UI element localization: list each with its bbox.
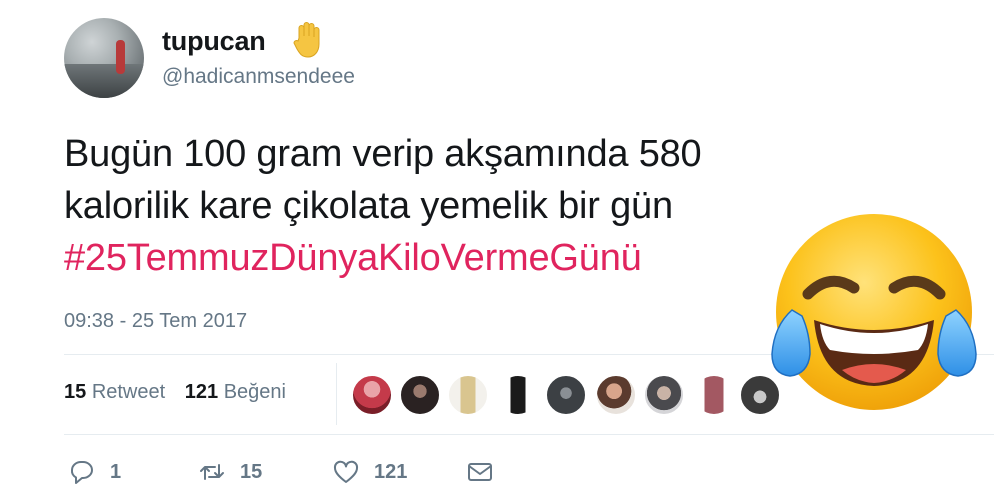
- tweet-text-line-2: kalorilik kare çikolata yemelik bir gün: [64, 185, 673, 227]
- avatar-figure: [116, 40, 125, 74]
- retweet-stat-label: Retweet: [91, 381, 166, 403]
- tweet-text: Bugün 100 gram verip akşamında 580 kalor…: [64, 128, 854, 284]
- like-stat-label: Beğeni: [223, 381, 286, 403]
- tweet-text-line-1: Bugün 100 gram verip akşamında 580: [64, 133, 702, 175]
- stats-separator: [336, 363, 337, 425]
- retweet-icon: [200, 464, 224, 480]
- tweet-card: tupucan @hadicanmsendeee Bugün 100 gram …: [0, 0, 996, 498]
- like-stat[interactable]: 121 Beğeni: [185, 381, 286, 403]
- divider: [64, 434, 994, 435]
- user-handle[interactable]: @hadicanmsendeee: [162, 65, 355, 89]
- liker-avatar-2[interactable]: [400, 375, 440, 415]
- like-button[interactable]: 121: [332, 455, 407, 489]
- retweet-stat[interactable]: 15 Retweet: [64, 381, 165, 403]
- avatar-background: [64, 64, 144, 98]
- liker-avatar-4[interactable]: [498, 375, 538, 415]
- like-stat-count: 121: [184, 381, 219, 403]
- retweet-button[interactable]: 15: [198, 455, 262, 489]
- liker-avatar-7[interactable]: [644, 375, 684, 415]
- heart-icon: [333, 460, 359, 483]
- user-avatar[interactable]: [64, 18, 144, 98]
- liker-avatar-5[interactable]: [546, 375, 586, 415]
- liker-avatar-1[interactable]: [352, 375, 392, 415]
- reply-icon: [70, 461, 93, 484]
- display-name[interactable]: tupucan: [162, 26, 266, 57]
- retweet-stat-count: 15: [64, 381, 87, 403]
- liker-avatar-6[interactable]: [596, 375, 636, 415]
- liker-avatar-3[interactable]: [448, 375, 488, 415]
- direct-message-button[interactable]: [466, 455, 494, 489]
- retweet-count: 15: [240, 460, 263, 483]
- raised-hand-icon: [293, 22, 320, 58]
- tweet-timestamp[interactable]: 09:38 - 25 Tem 2017: [64, 310, 247, 333]
- face-with-tears-of-joy-icon: [771, 214, 977, 410]
- like-count: 121: [374, 460, 408, 483]
- reply-count: 1: [110, 460, 122, 483]
- hashtag-link[interactable]: #25TemmuzDünyaKiloVermeGünü: [64, 232, 854, 284]
- engagement-stats: 15 Retweet 121 Beğeni: [64, 381, 286, 404]
- envelope-icon: [468, 463, 492, 481]
- reply-button[interactable]: 1: [68, 455, 121, 489]
- liker-avatar-8[interactable]: [694, 375, 734, 415]
